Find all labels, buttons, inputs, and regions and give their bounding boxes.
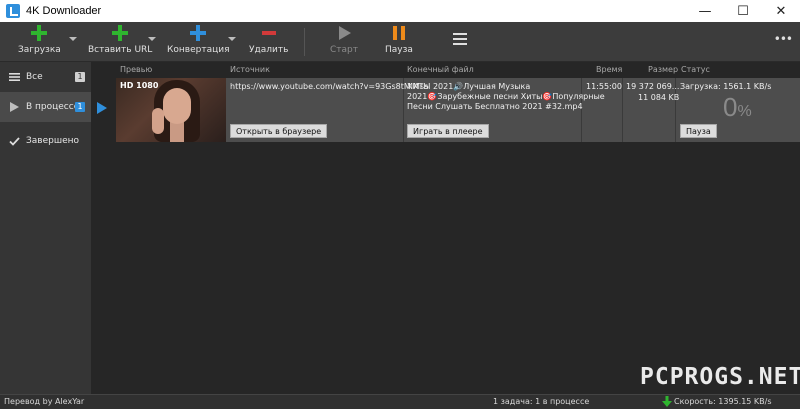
quality-badge: HD 1080 [120, 81, 159, 90]
check-icon [8, 136, 20, 146]
close-button[interactable]: ✕ [762, 0, 800, 22]
sidebar-item-completed[interactable]: Завершено [0, 126, 91, 156]
sidebar-item-label: Все [26, 72, 43, 82]
column-header-preview[interactable]: Превью [120, 62, 152, 78]
pause-icon [392, 26, 405, 40]
row-pause-button[interactable]: Пауза [680, 124, 717, 138]
source-url: https://www.youtube.com/watch?v=93Gs8tMl… [230, 82, 429, 91]
sidebar-item-label: Завершено [26, 136, 80, 146]
green-plus-icon [112, 25, 129, 41]
video-thumbnail[interactable]: HD 1080 [116, 78, 226, 142]
start-button[interactable]: Старт [330, 24, 358, 55]
delete-label: Удалить [249, 45, 289, 55]
app-logo-icon [6, 4, 20, 18]
target-filename-line-3: Песни Слушать Бесплатно 2021 #32.mp4 [407, 102, 583, 111]
pause-label: Пауза [385, 45, 413, 55]
sidebar-item-label: В процессе [26, 102, 80, 112]
total-size: 19 372 069... [626, 82, 680, 91]
menu-button[interactable] [452, 31, 468, 47]
sidebar-item-all[interactable]: Все 1 [0, 62, 91, 92]
translator-credit: Перевод by AlexYar [4, 397, 85, 406]
sidebar: Все 1 В процессе 1 Завершено [0, 62, 91, 394]
title-bar: 4K Downloader — ☐ ✕ [0, 0, 800, 22]
target-filename-line-2: 2021🎯Зарубежные песни Хиты🎯Популярные [407, 92, 605, 101]
green-plus-icon [31, 25, 48, 41]
convert-dropdown-arrow[interactable] [228, 37, 236, 41]
download-status: Загрузка: 1561.1 KB/s [680, 82, 772, 91]
window-controls: — ☐ ✕ [686, 0, 800, 22]
play-icon [339, 26, 351, 40]
toolbar: Загрузка Вставить URL Конвертация Удалит… [0, 22, 800, 62]
paste-url-label: Вставить URL [88, 45, 153, 55]
target-filename-line-1: ХИТЫ 2021🔊Лучшая Музыка [407, 82, 531, 91]
download-button[interactable]: Загрузка [18, 24, 61, 55]
count-badge: 1 [75, 102, 85, 112]
more-options-button[interactable]: ••• [774, 32, 793, 46]
convert-label: Конвертация [167, 45, 230, 55]
active-row-indicator-icon [97, 102, 107, 114]
download-dropdown-arrow[interactable] [69, 37, 77, 41]
download-speed: Скорость: 1395.15 KB/s [674, 397, 772, 406]
download-speed-icon [662, 396, 672, 409]
watermark-text: PCPROGS.NET [640, 364, 800, 390]
sidebar-item-in-progress[interactable]: В процессе 1 [0, 92, 91, 122]
blue-plus-icon [190, 25, 207, 41]
hamburger-menu-icon [453, 33, 467, 45]
column-header-target[interactable]: Конечный файл [407, 62, 474, 78]
download-time: 11:55:00 [586, 82, 622, 91]
column-header-status[interactable]: Статус [681, 62, 710, 78]
paste-url-dropdown-arrow[interactable] [148, 37, 156, 41]
play-icon [8, 102, 20, 112]
column-header-source[interactable]: Источник [230, 62, 270, 78]
progress-percent: 0% [723, 92, 752, 122]
list-icon [8, 72, 20, 82]
convert-button[interactable]: Конвертация [167, 24, 229, 55]
column-header-size[interactable]: Размер [648, 62, 678, 78]
paste-url-button[interactable]: Вставить URL [88, 24, 152, 55]
open-in-browser-button[interactable]: Открыть в браузере [230, 124, 328, 138]
task-summary: 1 задача: 1 в процессе [493, 397, 590, 406]
minimize-button[interactable]: — [686, 0, 724, 22]
maximize-button[interactable]: ☐ [724, 0, 762, 22]
delete-button[interactable]: Удалить [249, 24, 288, 55]
count-badge: 1 [75, 72, 85, 82]
start-label: Старт [330, 45, 358, 55]
window-title: 4K Downloader [26, 5, 102, 17]
pause-button[interactable]: Пауза [385, 24, 413, 55]
download-label: Загрузка [18, 45, 61, 55]
minus-icon [261, 31, 276, 35]
downloaded-size: 11 084 KB [638, 93, 680, 102]
main-content: Все 1 В процессе 1 Завершено Превью Исто… [0, 62, 800, 394]
status-bar: Перевод by AlexYar 1 задача: 1 в процесс… [0, 394, 800, 409]
column-header-time[interactable]: Время [596, 62, 622, 78]
toolbar-divider [304, 28, 305, 56]
play-in-player-button[interactable]: Играть в плеере [407, 124, 489, 138]
